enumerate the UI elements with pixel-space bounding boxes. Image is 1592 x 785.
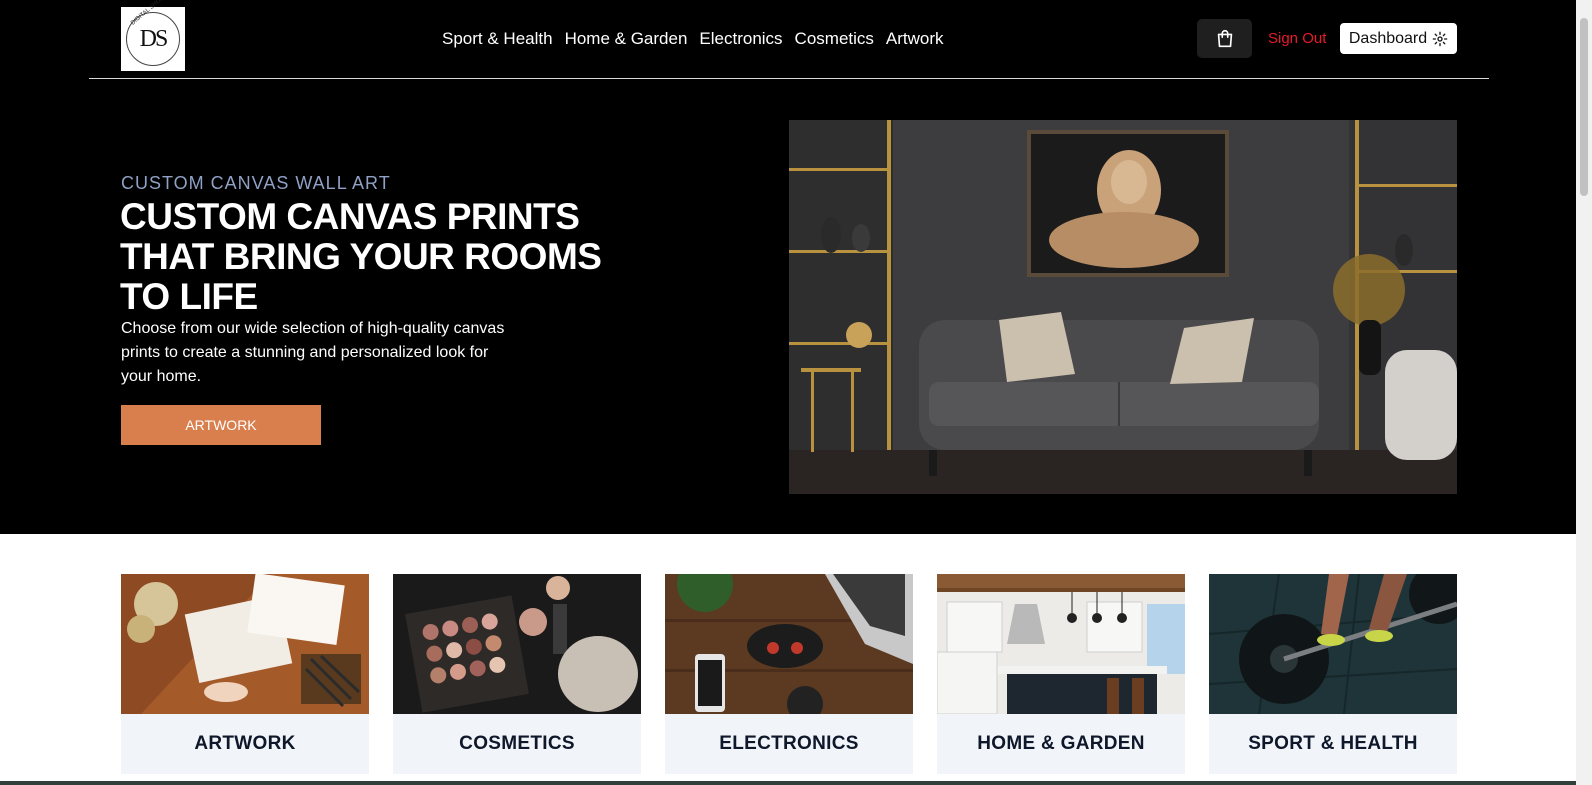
category-label-artwork: ARTWORK (194, 733, 296, 754)
nav-electronics[interactable]: Electronics (699, 29, 782, 49)
cart-button[interactable] (1197, 19, 1252, 58)
hero-subtext: Choose from our wide selection of high-q… (121, 320, 505, 385)
category-card-sport-health[interactable]: SPORT & HEALTH (1209, 574, 1457, 774)
logo-initials: DS (139, 25, 169, 52)
main-nav: Sport & Health Home & Garden Electronics… (442, 29, 944, 49)
category-card-electronics[interactable]: ELECTRONICS (665, 574, 913, 774)
sign-out-link[interactable]: Sign Out (1268, 30, 1326, 47)
nav-home-garden[interactable]: Home & Garden (565, 29, 688, 49)
nav-cosmetics[interactable]: Cosmetics (795, 29, 874, 49)
category-card-artwork[interactable]: ARTWORK (121, 574, 369, 774)
category-image-electronics (665, 574, 913, 714)
dashboard-button[interactable]: Dashboard (1340, 23, 1457, 54)
category-label-cosmetics: COSMETICS (459, 733, 575, 754)
nav-sport-health[interactable]: Sport & Health (442, 29, 553, 49)
hero-headline: CUSTOM CANVAS PRINTS THAT BRING YOUR ROO… (120, 196, 602, 317)
nav-artwork[interactable]: Artwork (886, 29, 944, 49)
logo[interactable]: DS DIGITAL SHOPPER (121, 0, 185, 71)
gear-icon (1432, 31, 1448, 46)
category-label-sport-health: SPORT & HEALTH (1248, 733, 1418, 754)
hero-image (789, 120, 1457, 494)
shopping-bag-icon (1217, 29, 1232, 47)
category-label-home-garden: HOME & GARDEN (977, 733, 1145, 754)
category-label-electronics: ELECTRONICS (719, 733, 859, 754)
header-divider (89, 78, 1489, 79)
category-image-home-garden (937, 574, 1185, 714)
bottom-edge (0, 781, 1576, 785)
scrollbar-thumb[interactable] (1580, 18, 1588, 196)
category-image-cosmetics (393, 574, 641, 714)
hero-artwork-button[interactable]: ARTWORK (121, 405, 321, 445)
category-card-home-garden[interactable]: HOME & GARDEN (937, 574, 1185, 774)
category-image-artwork (121, 574, 369, 714)
page-scrollbar[interactable] (1576, 0, 1592, 785)
dashboard-label: Dashboard (1348, 29, 1428, 47)
hero-eyebrow: CUSTOM CANVAS WALL ART (121, 173, 391, 193)
category-image-sport-health (1209, 574, 1457, 714)
category-card-cosmetics[interactable]: COSMETICS (393, 574, 641, 774)
logo-badge: DS DIGITAL SHOPPER (126, 0, 180, 66)
